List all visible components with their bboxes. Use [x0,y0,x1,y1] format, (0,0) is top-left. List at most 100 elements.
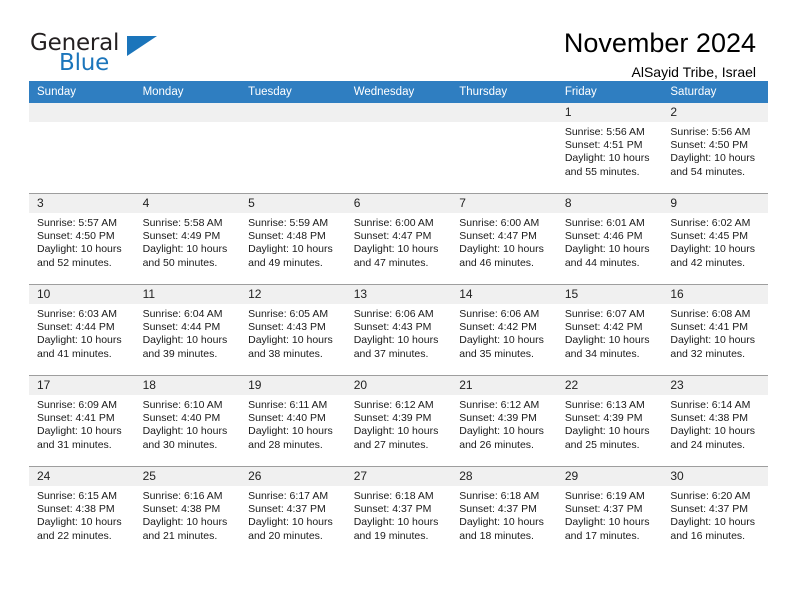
day-number: 30 [662,467,768,486]
sunrise-text: Sunrise: 6:18 AM [353,490,434,502]
calendar-day-cell[interactable]: 27 Sunrise: 6:18 AM Sunset: 4:37 PM Dayligh… [345,466,452,557]
daylight-text: Daylight: 10 hours and 24 minutes. [670,425,756,451]
sunrise-text: Sunrise: 6:12 AM [353,399,434,411]
calendar-day-cell[interactable]: 29 Sunrise: 6:19 AM Sunset: 4:37 PM Dayligh… [556,466,663,557]
calendar-day-cell[interactable]: 13 Sunrise: 6:06 AM Sunset: 4:43 PM Dayligh… [345,284,452,376]
day-number: 4 [134,194,241,213]
calendar-day-cell[interactable]: 22 Sunrise: 6:13 AM Sunset: 4:39 PM Dayligh… [556,375,663,467]
day-details: Sunrise: 6:01 AM Sunset: 4:46 PM Daylight:… [557,213,663,270]
sunrise-text: Sunrise: 6:11 AM [248,399,328,411]
calendar-grid: Sunday Monday Tuesday Wednesday Thursday… [29,81,768,557]
calendar-day-cell[interactable]: 12 Sunrise: 6:05 AM Sunset: 4:43 PM Dayligh… [240,284,346,376]
sunrise-text: Sunrise: 6:17 AM [248,490,329,502]
day-number: 2 [662,103,768,122]
calendar-day-cell[interactable]: 1 Sunrise: 5:56 AM Sunset: 4:51 PM Daylight… [556,103,663,194]
calendar-cell-empty [29,103,135,194]
day-details: Sunrise: 6:17 AM Sunset: 4:37 PM Daylight:… [240,486,346,543]
day-details: Sunrise: 6:02 AM Sunset: 4:45 PM Daylight:… [662,213,768,270]
sunset-text: Sunset: 4:44 PM [37,321,115,334]
calendar-day-cell[interactable]: 28 Sunrise: 6:18 AM Sunset: 4:37 PM Dayligh… [451,466,557,557]
sunset-text: Sunset: 4:50 PM [37,230,115,243]
calendar-week-row: 1 Sunrise: 5:56 AM Sunset: 4:51 PM Daylight… [29,103,768,194]
calendar-day-cell[interactable]: 20 Sunrise: 6:12 AM Sunset: 4:39 PM Dayligh… [345,375,452,467]
calendar-day-cell[interactable]: 16 Sunrise: 6:08 AM Sunset: 4:41 PM Dayligh… [662,284,768,376]
daylight-text: Daylight: 10 hours and 21 minutes. [142,516,228,542]
sunrise-text: Sunrise: 6:00 AM [459,217,540,229]
calendar-day-cell[interactable]: 10 Sunrise: 6:03 AM Sunset: 4:44 PM Dayligh… [29,284,135,376]
sunrise-text: Sunrise: 6:06 AM [353,308,434,320]
sunset-text: Sunset: 4:41 PM [37,412,115,425]
sunrise-text: Sunrise: 6:05 AM [248,308,329,320]
sunrise-text: Sunrise: 6:04 AM [142,308,223,320]
calendar-day-cell[interactable]: 17 Sunrise: 6:09 AM Sunset: 4:41 PM Dayligh… [29,375,135,467]
day-number: 28 [451,467,557,486]
sunrise-text: Sunrise: 6:09 AM [37,399,117,411]
day-details: Sunrise: 5:58 AM Sunset: 4:49 PM Daylight:… [135,213,241,270]
calendar-day-cell[interactable]: 9 Sunrise: 6:02 AM Sunset: 4:45 PM Daylight… [662,193,768,285]
calendar-week-row: 10 Sunrise: 6:03 AM Sunset: 4:44 PM Dayligh… [29,284,768,376]
calendar-day-cell[interactable]: 21 Sunrise: 6:12 AM Sunset: 4:39 PM Dayligh… [451,375,557,467]
sunset-text: Sunset: 4:37 PM [459,503,537,516]
daylight-text: Daylight: 10 hours and 19 minutes. [353,516,439,542]
day-number: 25 [134,467,241,486]
calendar-week-row: 17 Sunrise: 6:09 AM Sunset: 4:41 PM Dayligh… [29,375,768,467]
calendar-day-cell[interactable]: 26 Sunrise: 6:17 AM Sunset: 4:37 PM Dayligh… [240,466,346,557]
calendar-day-cell[interactable]: 6 Sunrise: 6:00 AM Sunset: 4:47 PM Daylight… [345,193,452,285]
day-number: 10 [29,285,135,304]
calendar-day-cell[interactable]: 8 Sunrise: 6:01 AM Sunset: 4:46 PM Daylight… [556,193,663,285]
sunrise-text: Sunrise: 6:15 AM [37,490,117,502]
calendar-day-cell[interactable]: 3 Sunrise: 5:57 AM Sunset: 4:50 PM Daylight… [29,193,135,285]
calendar-day-cell[interactable]: 4 Sunrise: 5:58 AM Sunset: 4:49 PM Daylight… [134,193,241,285]
calendar-day-cell[interactable]: 11 Sunrise: 6:04 AM Sunset: 4:44 PM Dayligh… [134,284,241,376]
generalblue-logo[interactable]: General Blue [30,28,157,80]
day-details: Sunrise: 6:06 AM Sunset: 4:43 PM Daylight:… [346,304,452,361]
sunset-text: Sunset: 4:38 PM [142,503,221,516]
daylight-text: Daylight: 10 hours and 44 minutes. [564,243,650,269]
sunrise-text: Sunrise: 6:07 AM [564,308,645,320]
day-number [451,103,557,122]
sunrise-text: Sunrise: 6:13 AM [564,399,645,411]
day-details: Sunrise: 6:19 AM Sunset: 4:37 PM Daylight:… [557,486,663,543]
calendar-day-cell[interactable]: 23 Sunrise: 6:14 AM Sunset: 4:38 PM Dayligh… [662,375,768,467]
weekday-header-thursday: Thursday [451,81,557,103]
sunrise-text: Sunrise: 6:19 AM [564,490,645,502]
daylight-text: Daylight: 10 hours and 49 minutes. [248,243,333,269]
day-number [29,103,135,122]
calendar-day-cell[interactable]: 7 Sunrise: 6:00 AM Sunset: 4:47 PM Daylight… [451,193,557,285]
calendar-cell-empty [134,103,241,194]
calendar-day-cell[interactable]: 19 Sunrise: 6:11 AM Sunset: 4:40 PM Dayligh… [240,375,346,467]
daylight-text: Daylight: 10 hours and 39 minutes. [142,334,228,360]
day-details: Sunrise: 6:00 AM Sunset: 4:47 PM Daylight:… [346,213,452,270]
calendar-cell-empty [240,103,346,194]
sunset-text: Sunset: 4:48 PM [248,230,326,243]
day-details: Sunrise: 6:05 AM Sunset: 4:43 PM Daylight:… [240,304,346,361]
daylight-text: Daylight: 10 hours and 42 minutes. [670,243,756,269]
calendar-day-cell[interactable]: 5 Sunrise: 5:59 AM Sunset: 4:48 PM Daylight… [240,193,346,285]
calendar-day-cell[interactable]: 30 Sunrise: 6:20 AM Sunset: 4:37 PM Dayligh… [662,466,768,557]
sunrise-text: Sunrise: 6:18 AM [459,490,540,502]
calendar-week-row: 3 Sunrise: 5:57 AM Sunset: 4:50 PM Daylight… [29,193,768,285]
sunrise-text: Sunrise: 6:03 AM [37,308,117,320]
day-details: Sunrise: 6:07 AM Sunset: 4:42 PM Daylight:… [557,304,663,361]
sunset-text: Sunset: 4:45 PM [670,230,749,243]
sunrise-text: Sunrise: 5:56 AM [564,126,645,138]
calendar-day-cell[interactable]: 14 Sunrise: 6:06 AM Sunset: 4:42 PM Dayligh… [451,284,557,376]
day-details: Sunrise: 6:18 AM Sunset: 4:37 PM Daylight:… [346,486,452,543]
calendar-day-cell[interactable]: 15 Sunrise: 6:07 AM Sunset: 4:42 PM Dayligh… [556,284,663,376]
calendar-day-cell[interactable]: 18 Sunrise: 6:10 AM Sunset: 4:40 PM Dayligh… [134,375,241,467]
sunrise-text: Sunrise: 6:14 AM [670,399,751,411]
sunset-text: Sunset: 4:37 PM [670,503,749,516]
sunset-text: Sunset: 4:49 PM [142,230,221,243]
day-number: 15 [556,285,663,304]
sunrise-text: Sunrise: 6:06 AM [459,308,540,320]
daylight-text: Daylight: 10 hours and 55 minutes. [564,152,650,178]
sunset-text: Sunset: 4:43 PM [353,321,432,334]
day-details: Sunrise: 5:59 AM Sunset: 4:48 PM Daylight:… [240,213,346,270]
day-number [134,103,241,122]
daylight-text: Daylight: 10 hours and 22 minutes. [37,516,122,542]
sunrise-text: Sunrise: 6:00 AM [353,217,434,229]
calendar-day-cell[interactable]: 24 Sunrise: 6:15 AM Sunset: 4:38 PM Dayligh… [29,466,135,557]
calendar-day-cell[interactable]: 2 Sunrise: 5:56 AM Sunset: 4:50 PM Daylight… [662,103,768,194]
daylight-text: Daylight: 10 hours and 31 minutes. [37,425,122,451]
calendar-day-cell[interactable]: 25 Sunrise: 6:16 AM Sunset: 4:38 PM Dayligh… [134,466,241,557]
